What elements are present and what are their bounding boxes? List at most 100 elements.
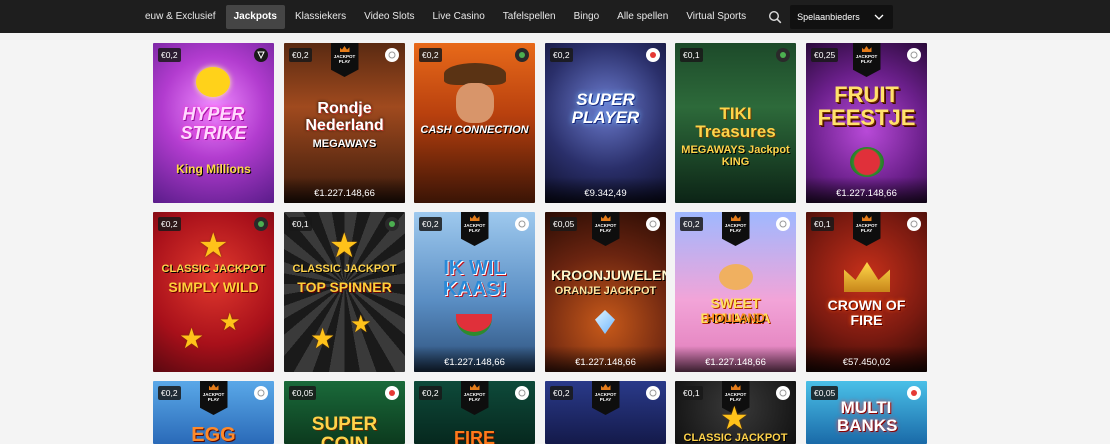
nav-item-video-slots[interactable]: Video Slots	[356, 5, 422, 29]
bet-badge: €0,05	[550, 217, 578, 231]
provider-dropdown-label: Spelaanbieders	[797, 11, 860, 22]
game-title: SUPER COIN	[311, 414, 378, 444]
jackpot-play-label: JACKPOT PLAY	[594, 223, 617, 233]
crown-icon	[469, 215, 480, 221]
crown-icon	[339, 46, 350, 52]
search-button[interactable]	[762, 5, 788, 29]
jackpot-play-label: JACKPOT PLAY	[724, 223, 747, 233]
jackpot-play-label: JACKPOT PLAY	[463, 392, 486, 402]
bet-badge: €0,2	[550, 48, 573, 62]
provider-icon	[385, 217, 399, 231]
game-tile-rondje-nederland[interactable]: €0,2 JACKPOT PLAY Rondje Nederland MEGAW…	[284, 43, 405, 203]
game-title: CROWN OF FIRE	[827, 297, 906, 328]
game-title: EGG	[191, 424, 236, 444]
crown-icon	[861, 215, 872, 221]
game-title: HYPER STRIKE	[180, 104, 247, 143]
bet-badge: €0,2	[158, 48, 181, 62]
crown-icon	[861, 46, 872, 52]
provider-icon	[515, 48, 529, 62]
provider-icon	[254, 386, 268, 400]
jackpot-play-badge: JACKPOT PLAY	[591, 381, 620, 415]
game-tile-unknown[interactable]: €0,2 JACKPOT PLAY	[545, 381, 666, 444]
game-tile-ik-wil-kaas[interactable]: €0,2 JACKPOT PLAY IK WIL KAAS! €1.227.14…	[414, 212, 535, 372]
game-subtitle: MEGAWAYS	[312, 138, 377, 150]
game-subtitle: MEGAWAYS Jackpot KING	[681, 144, 790, 168]
provider-icon	[385, 386, 399, 400]
game-title: Rondje Nederland	[305, 100, 384, 134]
game-tile-super-player[interactable]: €0,2 SUPER PLAYER €9.342,49	[545, 43, 666, 203]
game-tile-fruit-feestje[interactable]: €0,25 JACKPOT PLAY FRUIT FEESTJE €1.227.…	[806, 43, 927, 203]
provider-dropdown[interactable]: Spelaanbieders	[790, 4, 894, 29]
game-art-face	[456, 83, 494, 123]
bet-badge: €0,1	[680, 386, 703, 400]
jackpot-play-label: JACKPOT PLAY	[463, 223, 486, 233]
game-title: CASH CONNECTION	[420, 124, 529, 136]
game-title: IK WIL KAAS!	[442, 257, 507, 300]
star-icon: ★	[179, 323, 205, 354]
game-art-hat	[444, 63, 506, 85]
game-tile-simply-wild[interactable]: €0,2 ★ CLASSIC JACKPOT SIMPLY WILD ★ ★	[153, 212, 274, 372]
nav-item-nieuw-exclusief[interactable]: euw & Exclusief	[145, 5, 224, 29]
provider-icon	[646, 48, 660, 62]
nav-item-live-casino[interactable]: Live Casino	[425, 5, 493, 29]
nav-item-tafelspellen[interactable]: Tafelspellen	[495, 5, 564, 29]
star-icon: ★	[198, 227, 229, 265]
bet-badge: €0,05	[289, 386, 317, 400]
crown-icon	[730, 215, 741, 221]
bet-badge: €0,1	[289, 217, 312, 231]
jackpot-amount: €1.227.148,66	[675, 346, 796, 372]
game-tile-sweet-bonanza[interactable]: €0,2 JACKPOT PLAY SWEET BONANZA HOLLAND …	[675, 212, 796, 372]
game-title: FIRE	[453, 428, 495, 444]
jackpot-play-label: JACKPOT PLAY	[855, 54, 878, 64]
game-title: MULTI BANKS	[837, 398, 898, 435]
game-tile-classic-jackpot[interactable]: €0,1 JACKPOT PLAY ★ CLASSIC JACKPOT	[675, 381, 796, 444]
jackpot-amount: €57.450,02	[806, 346, 927, 372]
nav-item-bingo[interactable]: Bingo	[566, 5, 608, 29]
game-tile-tiki-treasures[interactable]: €0,1 TIKI Treasures MEGAWAYS Jackpot KIN…	[675, 43, 796, 203]
search-icon	[769, 10, 782, 23]
crown-icon	[208, 384, 219, 390]
candy-icon	[719, 264, 753, 290]
provider-icon	[776, 217, 790, 231]
nav-item-virtual-sports[interactable]: Virtual Sports	[678, 5, 754, 29]
game-tile-cash-connection[interactable]: €0,2 CASH CONNECTION	[414, 43, 535, 203]
provider-icon	[776, 386, 790, 400]
jackpot-amount: €1.227.148,66	[284, 177, 405, 203]
bet-badge: €0,1	[811, 217, 834, 231]
jackpot-play-badge: JACKPOT PLAY	[852, 212, 881, 246]
bet-badge: €0,2	[419, 386, 442, 400]
game-tile-kroonjuwelen[interactable]: €0,05 JACKPOT PLAY KROONJUWELEN ORANJE J…	[545, 212, 666, 372]
diamond-icon	[595, 310, 615, 334]
jackpot-play-badge: JACKPOT PLAY	[460, 381, 489, 415]
top-navigation: euw & Exclusief Jackpots Klassiekers Vid…	[0, 0, 1110, 33]
game-tile-fire[interactable]: €0,2 JACKPOT PLAY FIRE	[414, 381, 535, 444]
game-title: CLASSIC JACKPOT	[292, 263, 397, 275]
jackpot-play-label: JACKPOT PLAY	[333, 54, 356, 64]
game-tile-crown-of-fire[interactable]: €0,1 JACKPOT PLAY CROWN OF FIRE €57.450,…	[806, 212, 927, 372]
jackpot-play-badge: JACKPOT PLAY	[591, 212, 620, 246]
watermelon-slice-icon	[456, 314, 492, 336]
nav-item-jackpots[interactable]: Jackpots	[225, 4, 285, 29]
game-tile-hyper-strike[interactable]: €0,2 HYPER STRIKE King Millions	[153, 43, 274, 203]
nav-item-klassiekers[interactable]: Klassiekers	[287, 5, 354, 29]
bet-badge: €0,25	[811, 48, 839, 62]
star-icon: ★	[310, 323, 336, 354]
game-tile-super-coin[interactable]: €0,05 SUPER COIN	[284, 381, 405, 444]
provider-icon	[385, 48, 399, 62]
star-icon: ★	[219, 309, 241, 336]
jackpot-amount: €9.342,49	[545, 177, 666, 203]
game-tile-multi-banks[interactable]: €0,05 MULTI BANKS	[806, 381, 927, 444]
jackpot-play-badge: JACKPOT PLAY	[460, 212, 489, 246]
game-tile-top-spinner[interactable]: €0,1 ★ CLASSIC JACKPOT TOP SPINNER ★ ★	[284, 212, 405, 372]
jackpot-amount: €1.227.148,66	[806, 177, 927, 203]
nav-item-alle-spellen[interactable]: Alle spellen	[609, 5, 676, 29]
bet-badge: €0,2	[419, 48, 442, 62]
game-title: CLASSIC JACKPOT	[161, 263, 266, 275]
jackpot-play-badge: JACKPOT PLAY	[330, 43, 359, 77]
game-title: KROONJUWELEN	[551, 267, 666, 283]
crown-art-icon	[844, 262, 890, 292]
jackpot-play-label: JACKPOT PLAY	[594, 392, 617, 402]
provider-icon	[646, 386, 660, 400]
bet-badge: €0,2	[158, 217, 181, 231]
game-tile-egg[interactable]: €0,2 JACKPOT PLAY EGG	[153, 381, 274, 444]
